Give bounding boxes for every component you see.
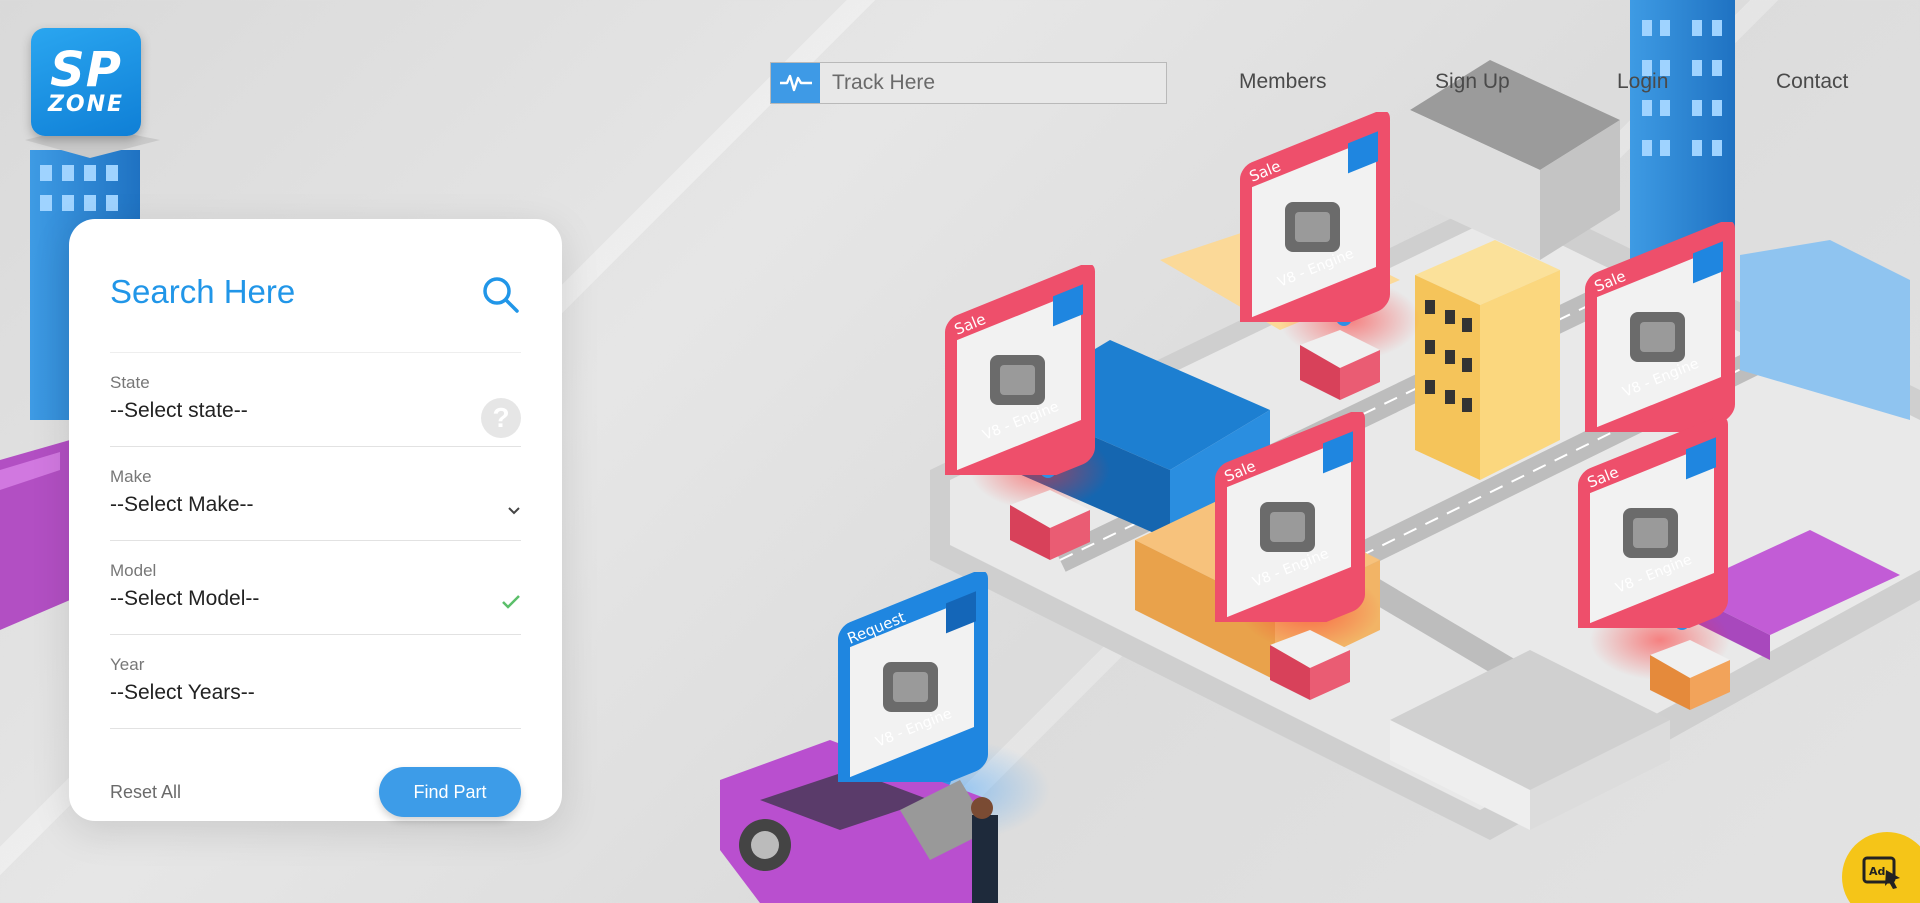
pulse-icon (771, 63, 820, 103)
check-icon (501, 594, 521, 615)
svg-text:Ad: Ad (1869, 865, 1885, 878)
nav-members-link[interactable]: Members (1239, 70, 1327, 94)
sp-zone-logo[interactable]: SP ZONE (31, 28, 141, 136)
model-field[interactable]: Model --Select Model-- (110, 541, 521, 635)
search-icon[interactable] (481, 275, 521, 320)
question-icon[interactable]: ? (481, 398, 521, 438)
chevron-down-icon[interactable] (507, 503, 521, 521)
search-panel-footer: Reset All Find Part (110, 767, 521, 817)
year-field[interactable]: Year --Select Years-- (110, 635, 521, 729)
billboard-sale[interactable]: Sale V8 - Engine (1215, 412, 1365, 622)
state-label: State (110, 373, 150, 392)
year-label: Year (110, 655, 145, 674)
ad-cursor-icon: Ad (1862, 854, 1904, 895)
search-panel-title: Search Here (110, 273, 296, 310)
find-part-button[interactable]: Find Part (379, 767, 521, 817)
make-select[interactable]: --Select Make-- (110, 493, 521, 517)
state-field[interactable]: State --Select state-- ? (110, 353, 521, 447)
billboard-request[interactable]: Request V8 - Engine (838, 572, 988, 782)
state-select[interactable]: --Select state-- (110, 399, 521, 423)
search-panel-header: Search Here (110, 255, 521, 353)
logo-line-1: SP (50, 42, 122, 98)
nav-contact-link[interactable]: Contact (1776, 70, 1848, 94)
track-input[interactable] (820, 63, 1166, 103)
billboard-sale[interactable]: Sale V8 - Engine (945, 265, 1095, 475)
billboard-sale[interactable]: Sale V8 - Engine (1585, 222, 1735, 432)
logo-line-2: ZONE (47, 92, 125, 117)
year-select[interactable]: --Select Years-- (110, 681, 521, 705)
make-field[interactable]: Make --Select Make-- (110, 447, 521, 541)
nav-signup-link[interactable]: Sign Up (1435, 70, 1510, 94)
make-label: Make (110, 467, 152, 486)
billboard-sale[interactable]: Sale V8 - Engine (1240, 112, 1390, 322)
model-select[interactable]: --Select Model-- (110, 587, 521, 611)
reset-all-button[interactable]: Reset All (110, 782, 181, 803)
nav-login-link[interactable]: Login (1617, 70, 1668, 94)
billboard-sale[interactable]: Sale V8 - Engine (1578, 418, 1728, 628)
track-search-box (770, 62, 1167, 104)
model-label: Model (110, 561, 157, 580)
search-panel: Search Here State --Select state-- ? Mak… (69, 219, 562, 821)
